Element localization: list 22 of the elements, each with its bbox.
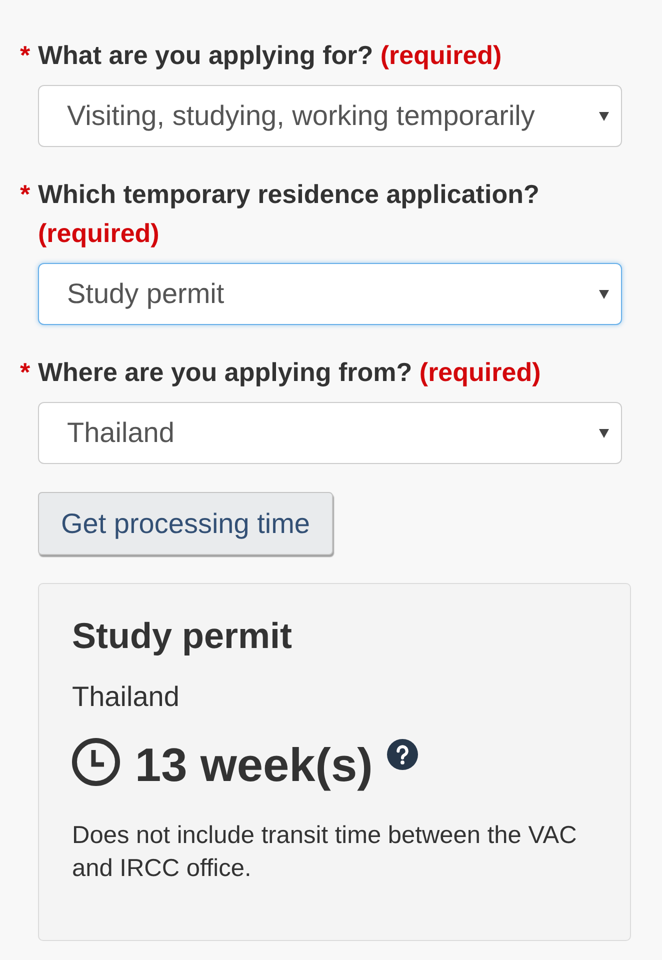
help-icon[interactable]: [386, 739, 418, 770]
field-label: Which temporary residence application?: [38, 179, 540, 209]
result-title: Study permit: [72, 614, 294, 658]
required-note: (required): [38, 218, 160, 248]
required-note: (required): [419, 357, 541, 387]
field-label: What are you applying for?: [38, 40, 374, 70]
caret-icon: [599, 111, 609, 121]
required-note: (required): [380, 40, 502, 70]
required-asterisk: *: [20, 39, 30, 72]
required-asterisk: *: [20, 178, 30, 211]
processing-time-button[interactable]: Get processing time: [38, 492, 333, 555]
required-asterisk: *: [20, 356, 30, 389]
clock-icon: [72, 738, 120, 786]
dropdown[interactable]: Visiting, studying, working temporarily: [38, 85, 622, 147]
field-label: Where are you applying from?: [38, 357, 412, 387]
result-note: Does not include transit time between the VAC and IRCC office.: [72, 821, 578, 884]
dropdown[interactable]: Study permit: [38, 263, 622, 325]
result-country: Thailand: [72, 680, 180, 714]
dropdown[interactable]: Thailand: [38, 402, 622, 464]
caret-icon: [599, 289, 609, 299]
caret-icon: [599, 428, 609, 438]
processing-duration: 13 week(s): [135, 737, 373, 793]
